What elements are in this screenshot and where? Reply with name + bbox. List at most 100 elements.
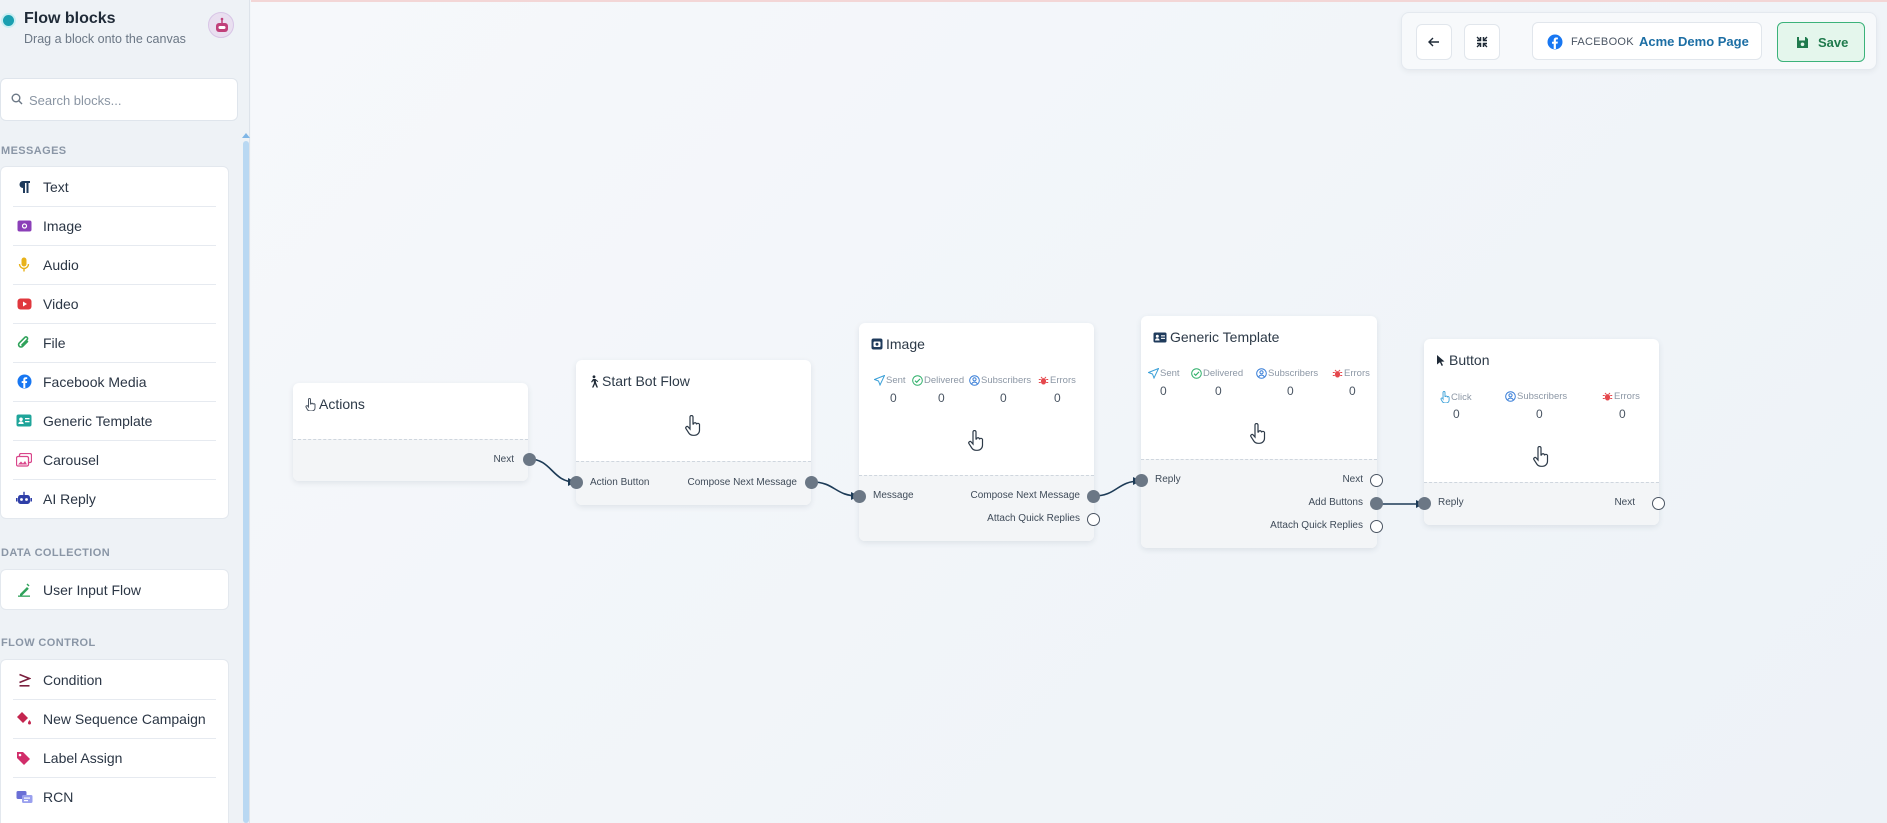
block-item-user-input-flow[interactable]: User Input Flow	[1, 570, 228, 609]
stat-label: Subscribers	[1517, 391, 1568, 402]
stat-errors: Errors	[1332, 368, 1370, 379]
node-title-text: Button	[1449, 352, 1490, 368]
stat-delivered: Delivered	[1191, 368, 1243, 379]
node-start-bot-flow[interactable]: Start Bot Flow Action Button Compose Nex…	[570, 360, 818, 505]
node-button[interactable]: Button Click 0 Subscribers 0 Errors 0 Re…	[1418, 339, 1665, 525]
block-item-label: File	[43, 334, 66, 351]
save-label: Save	[1818, 35, 1849, 50]
robot-icon	[15, 490, 33, 508]
block-item-label: Condition	[43, 671, 103, 688]
stat-label: Delivered	[1203, 368, 1244, 379]
input-port-reply[interactable]	[1418, 497, 1431, 510]
output-port-compose-next[interactable]	[1087, 490, 1100, 503]
search-icon	[11, 93, 23, 105]
page-selector[interactable]: FACEBOOK Acme Demo Page	[1532, 22, 1762, 60]
stat-value-click: 0	[1453, 407, 1460, 421]
port-label-compose-next: Compose Next Message	[687, 477, 798, 488]
block-item-label: User Input Flow	[43, 581, 142, 598]
stat-value-sent: 0	[890, 391, 897, 405]
node-title: Generic Template	[1153, 329, 1279, 345]
facebook-icon	[1547, 34, 1563, 50]
input-port-action-button[interactable]	[570, 476, 583, 489]
block-item-rcn[interactable]: RCN	[1, 777, 228, 816]
stat-label: Subscribers	[1268, 368, 1319, 379]
output-port-next[interactable]	[1370, 474, 1383, 487]
output-port-quick-replies[interactable]	[1087, 513, 1100, 526]
drag-hand-icon	[685, 415, 701, 436]
input-port-reply[interactable]	[1135, 474, 1148, 487]
stat-value-errors: 0	[1619, 407, 1626, 421]
block-item-condition[interactable]: Condition	[1, 660, 228, 699]
block-item-label: Carousel	[43, 451, 100, 468]
stat-sent: Sent	[874, 375, 906, 386]
stat-click: Click	[1440, 391, 1472, 403]
port-label-next: Next	[493, 454, 514, 465]
output-port-next[interactable]	[1652, 497, 1665, 510]
stat-errors: Errors	[1038, 375, 1076, 386]
search-box[interactable]	[0, 78, 238, 121]
stat-value-delivered: 0	[1215, 384, 1222, 398]
image-icon	[15, 217, 33, 235]
search-input[interactable]	[29, 90, 229, 110]
page-name: Acme Demo Page	[1639, 34, 1749, 49]
block-item-carousel[interactable]: Carousel	[1, 440, 228, 479]
stat-value-delivered: 0	[938, 391, 945, 405]
images-icon	[15, 451, 33, 469]
save-icon	[1797, 37, 1808, 48]
collapse-button[interactable]	[1464, 24, 1500, 60]
block-item-label: Label Assign	[43, 749, 123, 766]
id-card-icon	[15, 412, 33, 430]
save-button[interactable]: Save	[1777, 22, 1865, 62]
section-label-flow-control: FLOW CONTROL	[1, 637, 96, 649]
node-title: Button	[1436, 352, 1489, 368]
block-item-image[interactable]: Image	[1, 206, 228, 245]
stat-label: Errors	[1050, 375, 1076, 386]
microphone-icon	[15, 256, 33, 274]
node-image[interactable]: Image Sent 0 Delivered 0 Subscribers 0 E…	[853, 323, 1100, 541]
output-port-quick-replies[interactable]	[1370, 520, 1383, 533]
input-port-message[interactable]	[853, 490, 866, 503]
robot-icon	[216, 17, 228, 32]
bot-avatar[interactable]	[208, 12, 234, 38]
node-title: Start Bot Flow	[588, 373, 690, 389]
output-port-next[interactable]	[523, 453, 536, 466]
node-footer: Reply Next Add Buttons Attach Quick Repl…	[1141, 459, 1377, 548]
block-item-video[interactable]: Video	[1, 284, 228, 323]
bug-icon	[1602, 392, 1613, 401]
paint-bucket-icon	[15, 710, 33, 728]
sidebar-scrollbar[interactable]	[243, 141, 249, 823]
user-circle-icon	[1256, 368, 1267, 379]
block-item-text[interactable]: Text	[1, 167, 228, 206]
stat-label: Errors	[1614, 391, 1640, 402]
scroll-up-arrow[interactable]	[242, 132, 250, 138]
stat-label: Sent	[886, 375, 906, 386]
back-button[interactable]	[1416, 24, 1452, 60]
platform-label: FACEBOOK	[1571, 36, 1634, 48]
port-label-reply: Reply	[1155, 474, 1181, 485]
arrow-left-icon	[1428, 37, 1439, 47]
stat-value-sent: 0	[1160, 384, 1167, 398]
node-footer: Action Button Compose Next Message	[576, 461, 811, 505]
facebook-icon	[15, 373, 33, 391]
node-title-text: Actions	[319, 396, 365, 412]
drag-hand-icon	[1250, 423, 1266, 444]
node-actions[interactable]: Actions Next	[293, 383, 536, 481]
port-label-compose-next: Compose Next Message	[970, 490, 1081, 501]
sidebar-header: Flow blocks Drag a block onto the canvas	[0, 0, 250, 68]
output-port-compose-next[interactable]	[805, 476, 818, 489]
block-item-new-sequence-campaign[interactable]: New Sequence Campaign	[1, 699, 228, 738]
block-item-facebook-media[interactable]: Facebook Media	[1, 362, 228, 401]
block-item-ai-reply[interactable]: AI Reply	[1, 479, 228, 518]
port-label-action-button: Action Button	[590, 477, 650, 488]
tags-icon	[15, 749, 33, 767]
node-title-text: Generic Template	[1170, 329, 1280, 345]
output-port-add-buttons[interactable]	[1370, 497, 1383, 510]
block-item-file[interactable]: File	[1, 323, 228, 362]
block-item-label: Image	[43, 217, 82, 234]
block-item-generic-template[interactable]: Generic Template	[1, 401, 228, 440]
node-generic-template[interactable]: Generic Template Sent 0 Delivered 0 Subs…	[1135, 316, 1383, 548]
stat-label: Delivered	[924, 375, 965, 386]
block-item-label-assign[interactable]: Label Assign	[1, 738, 228, 777]
block-item-audio[interactable]: Audio	[1, 245, 228, 284]
greater-equal-icon	[15, 671, 33, 689]
